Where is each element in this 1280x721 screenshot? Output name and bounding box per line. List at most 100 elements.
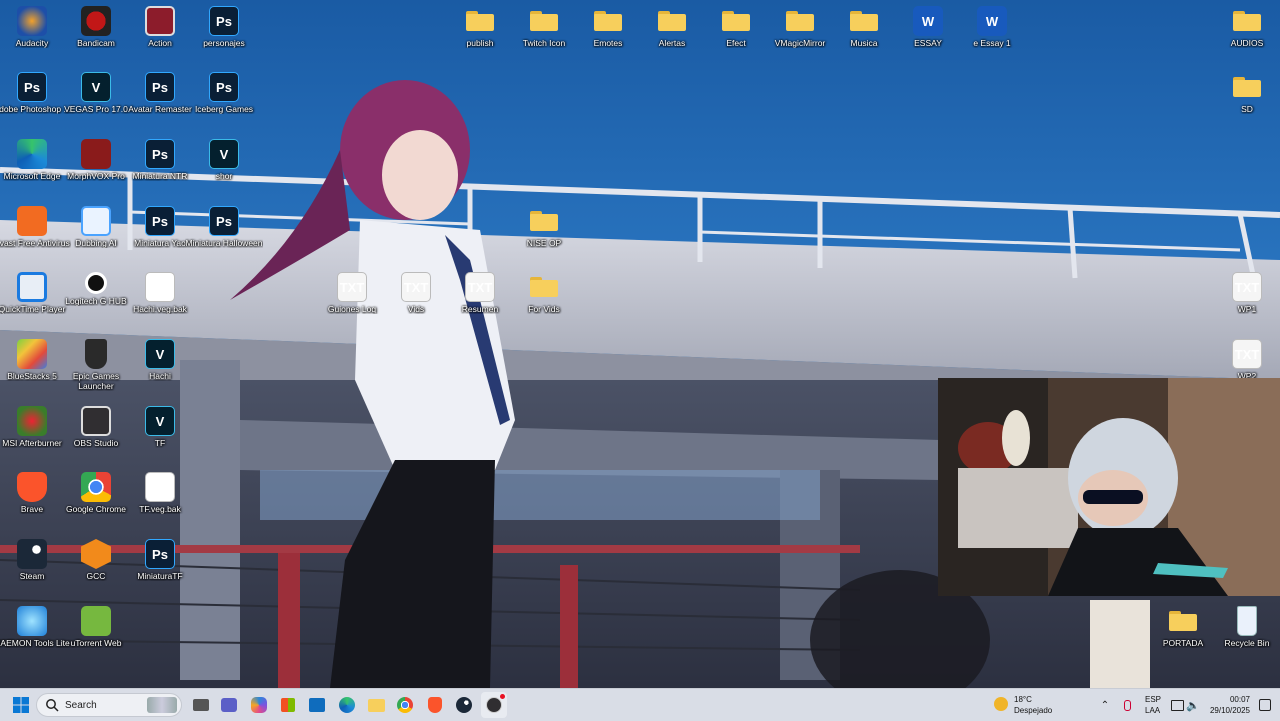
- desktop-icon-dubbing-ai[interactable]: Dubbing AI: [64, 202, 128, 266]
- chrome-taskbar-button[interactable]: [392, 692, 418, 718]
- weather-widget[interactable]: 18°C Despejado: [992, 692, 1072, 718]
- language-bottom: LAA: [1145, 706, 1161, 715]
- volume-button[interactable]: 🔈: [1184, 692, 1202, 718]
- folder-icon: [785, 6, 815, 36]
- icon-label: SD: [1241, 104, 1253, 114]
- desktop-icon-steam[interactable]: Steam: [0, 535, 64, 599]
- copilot-button[interactable]: [246, 692, 272, 718]
- task-view-button[interactable]: [216, 692, 242, 718]
- desktop-icon-action[interactable]: Action: [128, 2, 192, 66]
- microphone-button[interactable]: [1118, 692, 1136, 718]
- steam-taskbar-button[interactable]: [451, 692, 477, 718]
- desktop-icon-miniatura-halloween[interactable]: Ps Miniatura Halloween: [185, 202, 263, 266]
- desktop-icon-hachi[interactable]: V Hachi: [128, 335, 192, 399]
- folder-icon: [529, 6, 559, 36]
- desktop-icon-miniatura-ntr[interactable]: Ps Miniatura NTR: [128, 135, 192, 199]
- file-explorer-icon: [367, 698, 385, 712]
- desktop-icon-vegas[interactable]: V VEGAS Pro 17.0: [64, 68, 128, 132]
- desktop-icon-brave[interactable]: Brave: [0, 468, 64, 532]
- desktop-icon-resumen[interactable]: TXT Resumen: [448, 268, 512, 332]
- desktop-icon-twitch-icon[interactable]: Twitch Icon: [512, 2, 576, 66]
- desktop-icon-daemon-tools[interactable]: DAEMON Tools Lite: [0, 602, 70, 666]
- obs-taskbar-button[interactable]: [481, 692, 507, 718]
- icon-label: Hachi.veg.bak: [133, 304, 187, 314]
- desktop-icon-personajes[interactable]: Ps personajes: [192, 2, 256, 66]
- photoshop-file-icon: Ps: [145, 72, 175, 102]
- desktop-icon-nise-op[interactable]: NISE OP: [512, 202, 576, 266]
- bluestacks-icon: [17, 339, 47, 369]
- desktop-icon-quicktime[interactable]: QuickTime Player: [0, 268, 65, 332]
- store-button[interactable]: [275, 692, 301, 718]
- desktop-icon-chrome[interactable]: Google Chrome: [64, 468, 128, 532]
- file-explorer-preview-button[interactable]: [188, 692, 214, 718]
- desktop-icon-logitech[interactable]: Logitech G HUB: [64, 268, 128, 332]
- desktop-icon-edge[interactable]: Microsoft Edge: [0, 135, 64, 199]
- desktop-icon-guiones-loq[interactable]: TXT Guiones Loq: [320, 268, 384, 332]
- desktop-icon-sd[interactable]: SD: [1215, 68, 1279, 132]
- desktop-icon-gcc[interactable]: GCC: [64, 535, 128, 599]
- notifications-button[interactable]: [1256, 692, 1274, 718]
- desktop-icon-afterburner[interactable]: MSI Afterburner: [0, 402, 64, 466]
- start-icon: [13, 697, 29, 713]
- desktop-icon-bandicam[interactable]: Bandicam: [64, 2, 128, 66]
- desktop-icon-morphvox[interactable]: MorphVOX Pro: [64, 135, 128, 199]
- desktop-icon-hachi-veg-bak[interactable]: Hachi.veg.bak: [128, 268, 192, 332]
- file-explorer-button[interactable]: [363, 692, 389, 718]
- audacity-icon: [17, 6, 47, 36]
- brave-taskbar-button[interactable]: [422, 692, 448, 718]
- quicktime-icon: [17, 272, 47, 302]
- afterburner-icon: [17, 406, 47, 436]
- morphvox-icon: [81, 139, 111, 169]
- show-hidden-icons-button[interactable]: ⌃: [1096, 692, 1114, 718]
- desktop-icon-miniatura-tf[interactable]: Ps MiniaturaTF: [128, 535, 192, 599]
- desktop-icon-obs[interactable]: OBS Studio: [64, 402, 128, 466]
- desktop-icon-vids[interactable]: TXT Vids: [384, 268, 448, 332]
- desktop-icon-for-vids[interactable]: For Vids: [512, 268, 576, 332]
- desktop-icon-efect[interactable]: Efect: [704, 2, 768, 66]
- store-icon: [281, 698, 295, 712]
- search-input[interactable]: Search: [36, 693, 182, 717]
- desktop-icon-audacity[interactable]: Audacity: [0, 2, 64, 66]
- start-button[interactable]: [8, 692, 34, 718]
- desktop-icon-recycle-bin[interactable]: Recycle Bin: [1215, 602, 1279, 666]
- desktop-icon-musica[interactable]: Musica: [832, 2, 896, 66]
- icon-label: Iceberg Games: [194, 104, 254, 114]
- desktop-icon-vmagicmirror[interactable]: VMagicMirror: [768, 2, 832, 66]
- search-label: Search: [65, 699, 97, 711]
- vegas-icon: V: [81, 72, 111, 102]
- outlook-button[interactable]: [304, 692, 330, 718]
- desktop-icon-audios[interactable]: AUDIOS: [1215, 2, 1279, 66]
- desktop-icon-photoshop[interactable]: Ps Adobe Photoshop ...: [0, 68, 71, 132]
- desktop-icon-bluestacks[interactable]: BlueStacks 5: [0, 335, 64, 399]
- desktop-icon-utorrent[interactable]: uTorrent Web: [64, 602, 128, 666]
- desktop-icon-essay-1[interactable]: W e Essay 1: [960, 2, 1024, 66]
- desktop-icon-avast[interactable]: Avast Free Antivirus: [0, 202, 70, 266]
- desktop-icon-tf-veg-bak[interactable]: TF.veg.bak: [128, 468, 192, 532]
- txt-icon: TXT: [401, 272, 431, 302]
- file-explorer-preview-icon: [193, 699, 209, 711]
- desktop-icon-miniatura-yao[interactable]: Ps Miniatura Yao: [128, 202, 192, 266]
- folder-icon: [465, 6, 495, 36]
- desktop-icon-emotes[interactable]: Emotes: [576, 2, 640, 66]
- desktop-icon-wp1[interactable]: TXT WP1: [1215, 268, 1279, 332]
- obs-icon: [486, 697, 502, 713]
- txt-icon: TXT: [465, 272, 495, 302]
- desktop-icon-shor[interactable]: V shor: [192, 135, 256, 199]
- desktop-icon-portada[interactable]: PORTADA: [1151, 602, 1215, 666]
- desktop-icon-iceberg-games[interactable]: Ps Iceberg Games: [192, 68, 256, 132]
- desktop-icon-alertas[interactable]: Alertas: [640, 2, 704, 66]
- language-indicator[interactable]: ESP LAA: [1142, 693, 1166, 717]
- edge-taskbar-button[interactable]: [334, 692, 360, 718]
- desktop-icon-epic-games[interactable]: Epic Games Launcher: [64, 335, 128, 399]
- desktop-icon-tf[interactable]: V TF: [128, 402, 192, 466]
- utorrent-icon: [81, 606, 111, 636]
- folder-icon: [529, 272, 559, 302]
- desktop-icon-essay[interactable]: W ESSAY: [896, 2, 960, 66]
- recycle-bin-icon: [1237, 606, 1257, 636]
- word-icon: W: [913, 6, 943, 36]
- clock[interactable]: 00:07 29/10/2025: [1204, 692, 1254, 718]
- bandicam-icon: [81, 6, 111, 36]
- webcam-overlay: [938, 378, 1280, 596]
- desktop-icon-publish[interactable]: publish: [448, 2, 512, 66]
- desktop-icon-avatar-remaster[interactable]: Ps Avatar Remaster: [128, 68, 192, 132]
